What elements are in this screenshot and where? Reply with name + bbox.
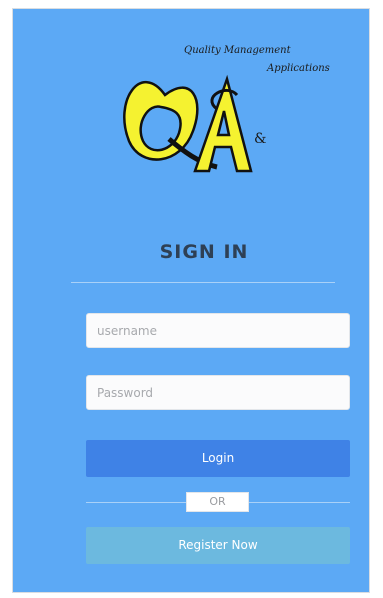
sign-in-heading: SIGN IN [159,241,249,263]
register-now-button[interactable]: Register Now [86,527,350,564]
logo-a-letter [193,74,253,173]
login-panel: Quality Management Applications & SIGN I… [12,8,370,593]
or-separator: OR [186,492,249,512]
logo-tagline-line2: Applications [266,63,330,74]
qa-logo: Quality Management Applications & [109,39,359,179]
logo-ampersand: & [254,131,266,147]
password-input[interactable] [86,375,350,410]
heading-divider [71,282,335,283]
logo-q-letter [123,80,199,161]
logo-tagline-line1: Quality Management [184,45,292,56]
or-divider-right [249,502,350,503]
username-input[interactable] [86,313,350,348]
login-button[interactable]: Login [86,440,350,477]
page-frame: Quality Management Applications & SIGN I… [0,0,383,598]
or-divider-left [86,502,186,503]
